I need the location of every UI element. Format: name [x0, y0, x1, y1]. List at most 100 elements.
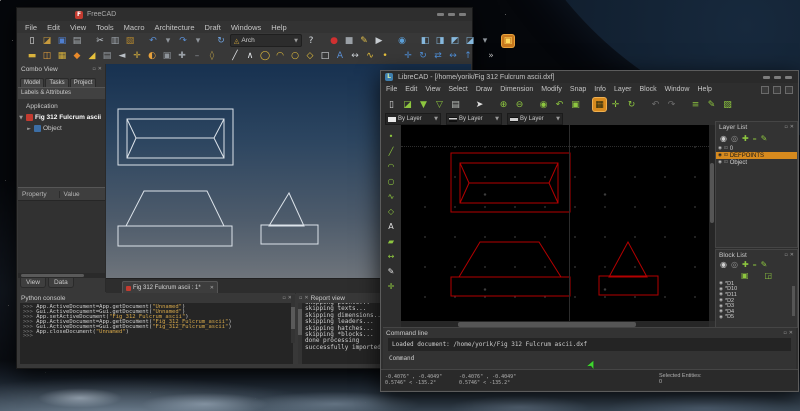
- redo-icon[interactable]: ↷: [177, 35, 189, 47]
- drawing-canvas[interactable]: [401, 125, 709, 321]
- layer-row-0[interactable]: ◉ ⊡ 0: [716, 145, 797, 152]
- block-visibility-icon[interactable]: ◉: [719, 298, 723, 303]
- fc-menu-draft[interactable]: Draft: [205, 23, 221, 32]
- arc-tool-icon[interactable]: ◠: [385, 161, 397, 172]
- block-visibility-icon[interactable]: ◉: [719, 281, 723, 286]
- arch-roof-icon[interactable]: ◢: [86, 50, 98, 62]
- macro-stop-icon[interactable]: ■: [343, 35, 355, 47]
- zoom-fit-all-icon[interactable]: ◉: [396, 35, 408, 47]
- circle-tool-icon[interactable]: ○: [385, 176, 397, 187]
- lc-menu-help[interactable]: Help: [698, 86, 712, 93]
- toolbar-overflow-icon[interactable]: »: [485, 50, 497, 62]
- property-table-body[interactable]: [18, 201, 105, 273]
- freeze-all-layers-icon[interactable]: ◎: [731, 134, 738, 143]
- block-row-d5[interactable]: ◉ *D5: [716, 314, 797, 320]
- macro-edit-icon[interactable]: ✎: [358, 35, 370, 47]
- freeze-all-blocks-icon[interactable]: ◎: [731, 260, 738, 269]
- dimension-tool-icon[interactable]: ↔: [385, 251, 397, 262]
- close-panel-icon[interactable]: ✕: [304, 295, 308, 301]
- pen-width-combo[interactable]: By Layer ▼: [507, 113, 563, 125]
- print-icon[interactable]: ▤: [449, 98, 462, 111]
- arch-panel-icon[interactable]: ▣: [161, 50, 173, 62]
- draft-bspline-icon[interactable]: ∿: [364, 50, 376, 62]
- refresh-icon[interactable]: ↻: [215, 35, 227, 47]
- vertical-scrollbar[interactable]: [792, 286, 795, 316]
- arch-space-icon[interactable]: ✛: [131, 50, 143, 62]
- close-panel-icon[interactable]: ✕: [98, 66, 102, 72]
- lc-menu-window[interactable]: Window: [665, 86, 690, 93]
- tree-item-application[interactable]: Application: [18, 101, 105, 112]
- lc-menu-edit[interactable]: Edit: [405, 86, 417, 93]
- defreeze-all-blocks-icon[interactable]: ◉: [720, 260, 727, 269]
- float-panel-icon[interactable]: ▫: [784, 124, 787, 130]
- chevron-collapsed-icon[interactable]: ►: [26, 126, 32, 132]
- fc-menu-file[interactable]: File: [25, 23, 37, 32]
- defreeze-all-layers-icon[interactable]: ◉: [720, 134, 727, 143]
- close-button[interactable]: [459, 13, 466, 16]
- block-visibility-icon[interactable]: ◉: [719, 287, 723, 292]
- layer-lock-icon[interactable]: ⊡: [724, 146, 728, 151]
- open-drawing-icon[interactable]: ◪: [401, 98, 414, 111]
- insert-block-icon[interactable]: ◲: [765, 271, 773, 280]
- undo-icon[interactable]: ↶: [649, 98, 662, 111]
- redo-icon[interactable]: ↷: [665, 98, 678, 111]
- front-view-icon[interactable]: ◨: [434, 35, 446, 47]
- undo-icon[interactable]: ↶: [147, 35, 159, 47]
- lc-menu-snap[interactable]: Snap: [570, 86, 586, 93]
- librecad-titlebar[interactable]: L LibreCAD - [/home/yorik/Fig 312 Fulcru…: [381, 71, 798, 83]
- save-icon[interactable]: ▣: [56, 35, 68, 47]
- zoom-in-icon[interactable]: ⊕: [497, 98, 510, 111]
- block-visibility-icon[interactable]: ◉: [719, 304, 723, 309]
- arch-axis-icon[interactable]: ▤: [101, 50, 113, 62]
- lc-menu-file[interactable]: File: [386, 86, 397, 93]
- fc-menu-macro[interactable]: Macro: [124, 23, 145, 32]
- lc-menu-modify[interactable]: Modify: [541, 86, 562, 93]
- attributes-icon[interactable]: ▧: [721, 98, 734, 111]
- pan-icon[interactable]: ✛: [609, 98, 622, 111]
- open-file-icon[interactable]: ◪: [41, 35, 53, 47]
- close-button[interactable]: [785, 76, 792, 79]
- fc-menu-architecture[interactable]: Architecture: [155, 23, 195, 32]
- property-tab-view[interactable]: View: [20, 278, 46, 288]
- edit-block-icon[interactable]: ✎: [705, 98, 718, 111]
- modify-tool-icon[interactable]: ✎: [385, 266, 397, 277]
- macro-play-icon[interactable]: ▶: [373, 35, 385, 47]
- zoom-out-icon[interactable]: ⊖: [513, 98, 526, 111]
- mdi-minimize-icon[interactable]: [761, 86, 769, 94]
- combo-tab-model[interactable]: Model: [20, 78, 45, 87]
- draft-line-icon[interactable]: ╱: [229, 50, 241, 62]
- arch-frame-icon[interactable]: –: [191, 50, 203, 62]
- layer-visibility-icon[interactable]: ◉: [718, 153, 722, 158]
- save-drawing-icon[interactable]: ▼: [417, 98, 430, 111]
- spline-tool-icon[interactable]: ∿: [385, 191, 397, 202]
- select-pointer-icon[interactable]: ➤: [473, 98, 486, 111]
- float-panel-icon[interactable]: ▫: [299, 295, 302, 301]
- draft-rectangle-icon[interactable]: □: [319, 50, 331, 62]
- fc-menu-view[interactable]: View: [70, 23, 86, 32]
- redraw-icon[interactable]: ↻: [625, 98, 638, 111]
- remove-layer-icon[interactable]: –: [753, 134, 757, 143]
- zoom-window-icon[interactable]: ▣: [569, 98, 582, 111]
- arch-equipment-icon[interactable]: ✚: [176, 50, 188, 62]
- edit-mode-toggle-icon[interactable]: ▣: [502, 34, 514, 47]
- workbench-selector[interactable]: ◬ Arch ▼: [230, 34, 302, 47]
- draft-circle-icon[interactable]: ◯: [259, 50, 271, 62]
- float-panel-icon[interactable]: ▫: [783, 330, 786, 336]
- fc-menu-tools[interactable]: Tools: [96, 23, 114, 32]
- draft-ellipse-icon[interactable]: ○: [289, 50, 301, 62]
- draw-order-icon[interactable]: ≡: [689, 98, 702, 111]
- lc-menu-draw[interactable]: Draw: [476, 86, 492, 93]
- close-panel-icon[interactable]: ✕: [790, 124, 794, 130]
- zoom-previous-icon[interactable]: ↶: [553, 98, 566, 111]
- layer-lock-icon[interactable]: ⊡: [724, 153, 728, 158]
- block-visibility-icon[interactable]: ◉: [719, 309, 723, 314]
- edit-block-icon[interactable]: ✎: [761, 260, 768, 269]
- draft-upgrade-icon[interactable]: ↑: [462, 50, 474, 62]
- draft-rotate-icon[interactable]: ↻: [417, 50, 429, 62]
- maximize-button[interactable]: [774, 76, 781, 79]
- close-panel-icon[interactable]: ✕: [790, 252, 794, 258]
- draft-dimension-icon[interactable]: ↔: [349, 50, 361, 62]
- arch-rebar-icon[interactable]: ▦: [56, 50, 68, 62]
- combo-tab-tasks[interactable]: Tasks: [45, 78, 69, 87]
- float-panel-icon[interactable]: ▫: [92, 66, 95, 72]
